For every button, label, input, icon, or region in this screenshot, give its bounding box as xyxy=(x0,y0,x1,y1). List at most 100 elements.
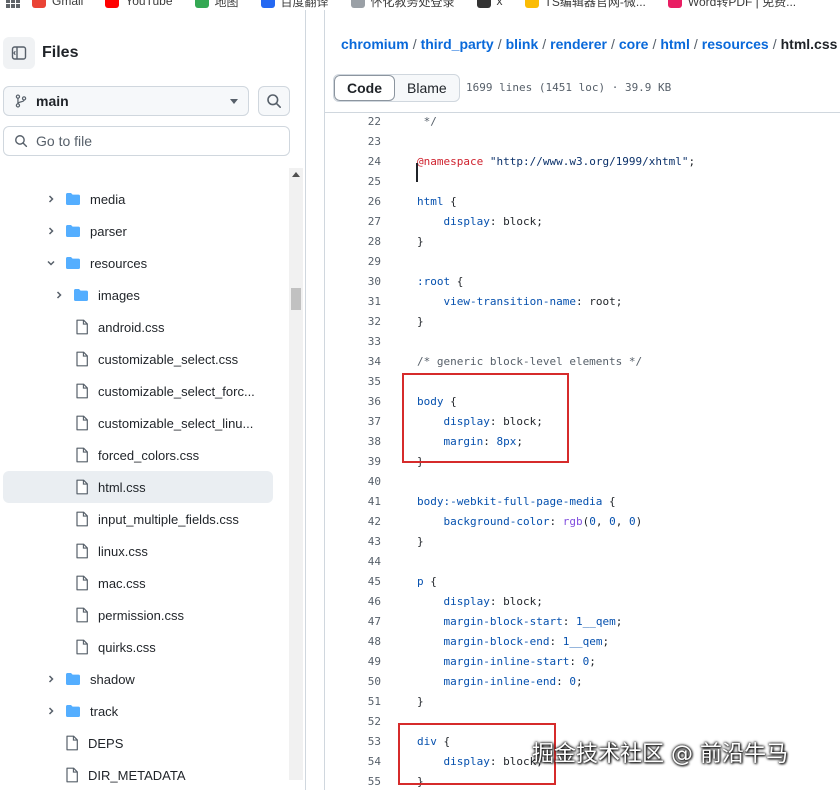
line-number[interactable]: 39 xyxy=(325,452,381,472)
code-token: ; xyxy=(688,155,696,168)
line-number[interactable]: 50 xyxy=(325,672,381,692)
line-number[interactable]: 26 xyxy=(325,192,381,212)
line-number[interactable]: 45 xyxy=(325,572,381,592)
line-number[interactable]: 44 xyxy=(325,552,381,572)
line-number[interactable]: 23 xyxy=(325,132,381,152)
line-number[interactable]: 43 xyxy=(325,532,381,552)
tree-item-customizable-select-forc[interactable]: customizable_select_forc... xyxy=(3,375,273,407)
line-number[interactable]: 37 xyxy=(325,412,381,432)
chevron-right-icon[interactable] xyxy=(46,226,56,236)
bookmark-item[interactable]: x xyxy=(476,0,503,8)
line-number[interactable]: 30 xyxy=(325,272,381,292)
line-number[interactable]: 22 xyxy=(325,112,381,132)
breadcrumb-link[interactable]: core xyxy=(619,36,649,52)
tree-item-customizable-select-css[interactable]: customizable_select.css xyxy=(3,343,273,375)
tree-item-linux-css[interactable]: linux.css xyxy=(3,535,273,567)
bookmark-item[interactable]: 百度翻译 xyxy=(260,0,329,10)
line-number[interactable]: 53 xyxy=(325,732,381,752)
tab-blame[interactable]: Blame xyxy=(395,75,459,101)
line-number[interactable]: 42 xyxy=(325,512,381,532)
tree-item-resources[interactable]: resources xyxy=(3,247,273,279)
breadcrumb-separator: / xyxy=(693,36,698,52)
line-number[interactable]: 28 xyxy=(325,232,381,252)
scroll-up-arrow-icon[interactable] xyxy=(292,172,300,177)
bookmark-item[interactable]: 怀化教务处登录 xyxy=(350,0,455,10)
tree-item-html-css[interactable]: html.css xyxy=(3,471,273,503)
line-number[interactable]: 41 xyxy=(325,492,381,512)
tree-item-android-css[interactable]: android.css xyxy=(3,311,273,343)
line-number[interactable]: 33 xyxy=(325,332,381,352)
text-cursor xyxy=(416,163,418,182)
sidebar-scrollbar[interactable] xyxy=(289,168,303,780)
git-branch-icon xyxy=(15,94,27,108)
line-number[interactable]: 54 xyxy=(325,752,381,772)
tree-item-images[interactable]: images xyxy=(3,279,273,311)
line-number[interactable]: 52 xyxy=(325,712,381,732)
tree-item-label: quirks.css xyxy=(98,639,156,655)
line-number[interactable]: 31 xyxy=(325,292,381,312)
bookmark-item[interactable]: TS编辑器官网-微... xyxy=(524,0,646,10)
folder-icon xyxy=(65,704,81,721)
tree-item-media[interactable]: media xyxy=(3,183,273,215)
breadcrumb-link[interactable]: resources xyxy=(702,36,769,52)
line-number[interactable]: 27 xyxy=(325,212,381,232)
line-number[interactable]: 32 xyxy=(325,312,381,332)
scrollbar-thumb[interactable] xyxy=(291,288,301,310)
bookmark-item[interactable]: Gmail xyxy=(32,0,83,8)
tree-item-track[interactable]: track xyxy=(3,695,273,727)
line-number[interactable]: 35 xyxy=(325,372,381,392)
branch-selector-button[interactable]: main xyxy=(3,86,249,116)
chevron-right-icon[interactable] xyxy=(54,290,64,300)
breadcrumb-link[interactable]: blink xyxy=(506,36,539,52)
go-to-file-input[interactable] xyxy=(36,133,266,149)
tree-item-label: forced_colors.css xyxy=(98,447,200,463)
line-number[interactable]: 55 xyxy=(325,772,381,790)
tree-item-deps[interactable]: DEPS xyxy=(3,727,273,759)
line-number[interactable]: 48 xyxy=(325,632,381,652)
bookmark-item[interactable]: 地图 xyxy=(194,0,239,10)
line-number[interactable]: 25 xyxy=(325,172,381,192)
go-to-file-field[interactable] xyxy=(3,126,290,156)
bookmark-label: 百度翻译 xyxy=(280,0,329,9)
tree-item-forced-colors-css[interactable]: forced_colors.css xyxy=(3,439,273,471)
chevron-down-icon[interactable] xyxy=(46,258,56,268)
tree-item-customizable-select-linu[interactable]: customizable_select_linu... xyxy=(3,407,273,439)
line-number[interactable]: 40 xyxy=(325,472,381,492)
chevron-right-icon[interactable] xyxy=(46,706,56,716)
file-icon xyxy=(65,735,79,754)
apps-grid-icon[interactable] xyxy=(6,0,20,8)
tree-item-shadow[interactable]: shadow xyxy=(3,663,273,695)
chevron-right-icon[interactable] xyxy=(46,674,56,684)
tree-item-input-multiple-fields-css[interactable]: input_multiple_fields.css xyxy=(3,503,273,535)
line-number[interactable]: 49 xyxy=(325,652,381,672)
line-number[interactable]: 34 xyxy=(325,352,381,372)
chevron-right-icon[interactable] xyxy=(46,194,56,204)
tree-item-label: linux.css xyxy=(98,543,148,559)
tree-item-mac-css[interactable]: mac.css xyxy=(3,567,273,599)
breadcrumb-link[interactable]: renderer xyxy=(550,36,607,52)
collapse-sidebar-button[interactable] xyxy=(3,37,35,69)
code-token: ; xyxy=(589,655,596,668)
tree-item-permission-css[interactable]: permission.css xyxy=(3,599,273,631)
bookmark-item[interactable]: YouTube xyxy=(105,0,173,8)
breadcrumb-link[interactable]: html xyxy=(660,36,690,52)
tree-item-parser[interactable]: parser xyxy=(3,215,273,247)
tree-item-dir-metadata[interactable]: DIR_METADATA xyxy=(3,759,273,790)
breadcrumb-link[interactable]: third_party xyxy=(421,36,494,52)
line-number[interactable]: 24 xyxy=(325,152,381,172)
breadcrumb-link[interactable]: chromium xyxy=(341,36,409,52)
line-number[interactable]: 47 xyxy=(325,612,381,632)
bookmark-label: 怀化教务处登录 xyxy=(370,0,455,9)
line-number[interactable]: 38 xyxy=(325,432,381,452)
bookmark-item[interactable]: Word转PDF | 免费... xyxy=(667,0,796,10)
line-number[interactable]: 29 xyxy=(325,252,381,272)
tab-code[interactable]: Code xyxy=(334,75,395,101)
file-icon xyxy=(65,767,79,786)
tree-item-quirks-css[interactable]: quirks.css xyxy=(3,631,273,663)
search-files-button[interactable] xyxy=(258,86,290,116)
line-number[interactable]: 36 xyxy=(325,392,381,412)
line-number[interactable]: 51 xyxy=(325,692,381,712)
line-number[interactable]: 46 xyxy=(325,592,381,612)
